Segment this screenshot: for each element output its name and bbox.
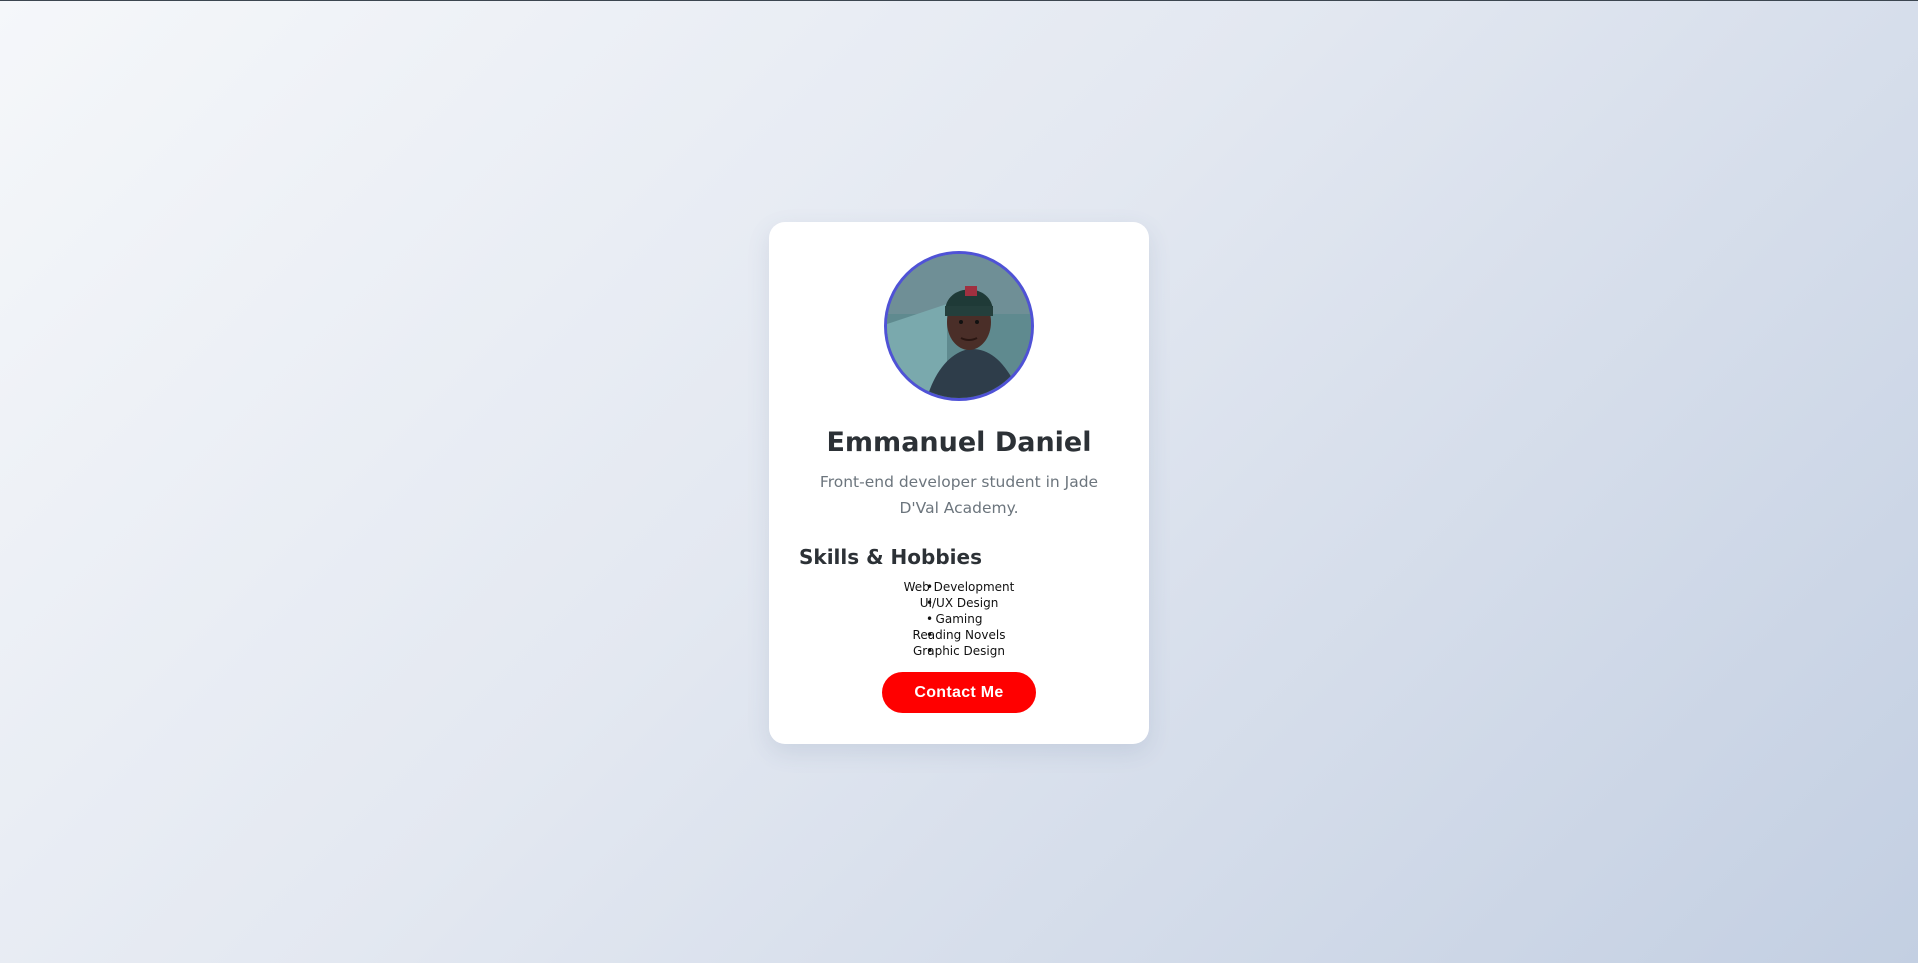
profile-tagline: Front-end developer student in Jade D'Va…: [819, 473, 1099, 517]
profile-card: Emmanuel Daniel Front-end developer stud…: [769, 222, 1149, 744]
profile-name: Emmanuel Daniel: [826, 427, 1092, 458]
bullet-icon: •: [926, 628, 934, 642]
bullet-icon: •: [926, 612, 934, 626]
skill-item: • Graphic Design: [799, 643, 1119, 659]
bullet-icon: •: [926, 644, 934, 658]
skills-heading: Skills & Hobbies: [799, 545, 982, 569]
skills-list: • Web Development • UI/UX Design • Gaming •…: [799, 579, 1119, 659]
avatar-photo: [887, 254, 1031, 398]
skill-item: • UI/UX Design: [799, 595, 1119, 611]
bullet-icon: •: [926, 580, 934, 594]
skill-item: • Web Development: [799, 579, 1119, 595]
skill-label: Web Development: [903, 580, 1015, 594]
contact-button[interactable]: Contact Me: [882, 672, 1036, 713]
skill-item: • Gaming: [799, 611, 1119, 627]
skill-label: Gaming: [935, 612, 983, 626]
skill-item: • Reading Novels: [799, 627, 1119, 643]
bullet-icon: •: [926, 596, 934, 610]
avatar: [884, 251, 1034, 401]
